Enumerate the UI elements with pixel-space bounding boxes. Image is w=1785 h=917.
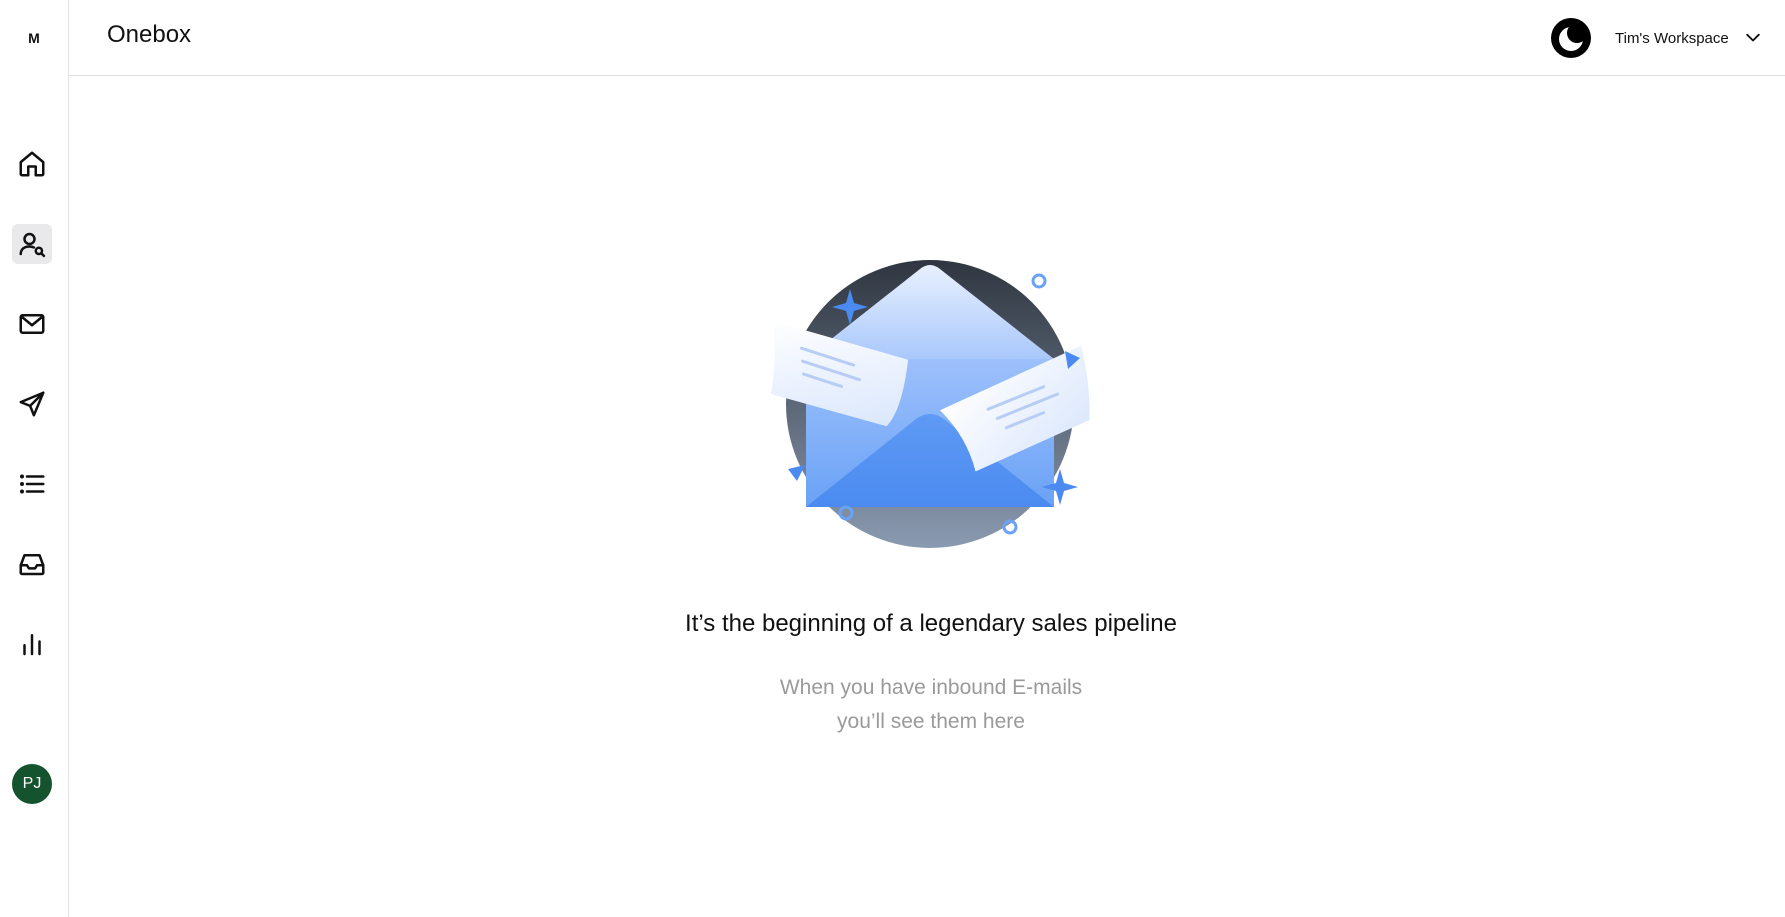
logo-text: M (28, 30, 40, 46)
page-title: Onebox (107, 21, 192, 48)
workspace-switcher[interactable]: Tim's Workspace (1615, 24, 1763, 52)
theme-toggle-button[interactable] (1551, 18, 1591, 58)
sidebar-item-analytics[interactable] (12, 624, 52, 664)
app-root: M PJ Onebox Tim's Workspace It’s the beg… (0, 0, 1785, 917)
sidebar: M PJ (0, 0, 69, 917)
user-search-icon (19, 232, 46, 258)
sidebar-item-lists[interactable] (12, 464, 52, 504)
logo[interactable]: M (0, 0, 68, 76)
envelope-illustration (770, 260, 1090, 548)
sidebar-item-lead-finder[interactable] (12, 224, 52, 264)
avatar[interactable]: PJ (12, 764, 52, 804)
top-header: Onebox Tim's Workspace (69, 0, 1785, 76)
empty-state-title: It’s the beginning of a legendary sales … (685, 610, 1177, 637)
send-icon (19, 391, 45, 417)
chevron-down-icon (1745, 33, 1760, 42)
moon-icon (1553, 20, 1589, 56)
sidebar-item-home[interactable] (12, 144, 52, 184)
list-icon (20, 474, 45, 494)
home-icon (19, 151, 45, 177)
main-content: It’s the beginning of a legendary sales … (69, 76, 1785, 917)
avatar-initials: PJ (22, 775, 42, 792)
sidebar-item-email[interactable] (12, 304, 52, 344)
sidebar-item-onebox[interactable] (12, 544, 52, 584)
sidebar-item-campaigns[interactable] (12, 384, 52, 424)
empty-state-subtitle-line2: you’ll see them here (837, 710, 1025, 733)
inbox-icon (19, 554, 45, 576)
bar-chart-icon (23, 634, 41, 656)
mail-icon (19, 314, 45, 334)
workspace-name: Tim's Workspace (1615, 29, 1729, 47)
empty-state-subtitle-line1: When you have inbound E-mails (779, 676, 1083, 699)
